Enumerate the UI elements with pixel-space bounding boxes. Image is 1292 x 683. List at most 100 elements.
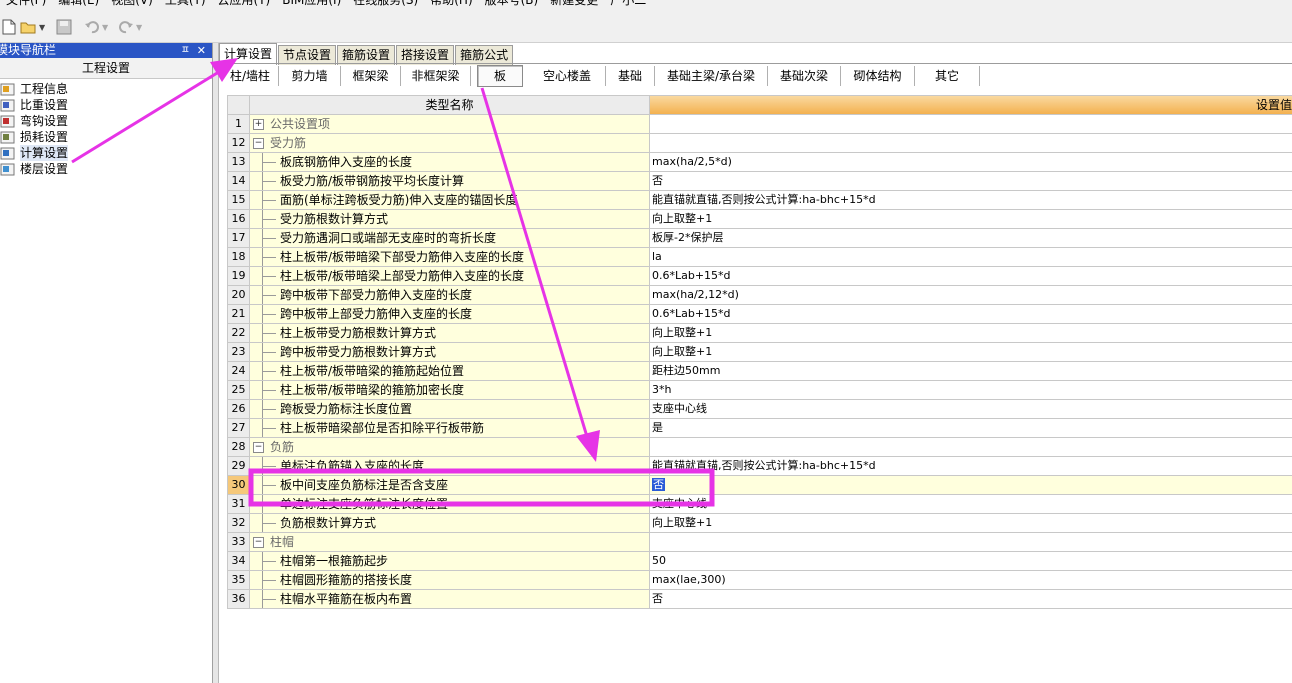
tab[interactable]: 节点设置 — [278, 45, 337, 65]
setting-value-cell[interactable]: 向上取整+1 — [650, 343, 1292, 362]
expand-icon[interactable]: + — [253, 119, 264, 130]
setting-value-cell[interactable]: la — [650, 248, 1292, 267]
menu-item[interactable]: 新建变更 — [544, 0, 604, 8]
collapse-icon[interactable]: − — [253, 537, 264, 548]
table-row[interactable]: 17 受力筋遇洞口或端部无支座时的弯折长度 板厚-2*保护层 — [228, 229, 1292, 248]
setting-value-cell[interactable] — [650, 438, 1292, 457]
tab[interactable]: 箍筋设置 — [337, 45, 396, 65]
setting-value-cell[interactable]: 0.6*Lab+15*d — [650, 267, 1292, 286]
open-folder-icon[interactable]: ▼ — [20, 18, 45, 36]
setting-value-cell[interactable]: 否 — [650, 590, 1292, 609]
close-icon[interactable]: ✕ — [197, 43, 206, 58]
setting-name-cell[interactable]: 柱上板带/板带暗梁上部受力筋伸入支座的长度 — [250, 267, 650, 286]
table-row[interactable]: 13 板底钢筋伸入支座的长度 max(ha/2,5*d) — [228, 153, 1292, 172]
nav-item[interactable]: 比重设置 — [0, 97, 212, 113]
table-row[interactable]: 23 跨中板带受力筋根数计算方式 向上取整+1 — [228, 343, 1292, 362]
menu-item[interactable]: 编辑(E) — [52, 0, 105, 8]
setting-name-cell[interactable]: 柱帽圆形箍筋的搭接长度 — [250, 571, 650, 590]
subtab[interactable]: 非框架梁 — [401, 66, 471, 86]
table-row[interactable]: 14 板受力筋/板带钢筋按平均长度计算 否 — [228, 172, 1292, 191]
table-row[interactable]: 27 柱上板带暗梁部位是否扣除平行板带筋 是 — [228, 419, 1292, 438]
table-row[interactable]: 29 单标注负筋锚入支座的长度 能直锚就直锚,否则按公式计算:ha-bhc+15*d — [228, 457, 1292, 476]
setting-name-cell[interactable]: 跨中板带受力筋根数计算方式 — [250, 343, 650, 362]
setting-name-cell[interactable]: 柱帽第一根箍筋起步 — [250, 552, 650, 571]
nav-item[interactable]: 工程信息 — [0, 81, 212, 97]
setting-value-cell[interactable]: 支座中心线 — [650, 495, 1292, 514]
setting-name-cell[interactable]: 单标注负筋锚入支座的长度 — [250, 457, 650, 476]
menu-item[interactable]: 在线服务(S) — [347, 0, 424, 8]
subtab[interactable]: 基础主梁/承台梁 — [655, 66, 768, 86]
table-row[interactable]: 24 柱上板带/板带暗梁的箍筋起始位置 距柱边50mm — [228, 362, 1292, 381]
group-row[interactable]: 28− 负筋 — [228, 438, 1292, 457]
setting-name-cell[interactable]: 单边标注支座负筋标注长度位置 — [250, 495, 650, 514]
table-row[interactable]: 16 受力筋根数计算方式 向上取整+1 — [228, 210, 1292, 229]
menu-item[interactable]: 版本号(B) — [479, 0, 545, 8]
setting-name-cell[interactable]: 受力筋根数计算方式 — [250, 210, 650, 229]
setting-value-cell[interactable] — [650, 533, 1292, 552]
setting-value-cell[interactable]: 向上取整+1 — [650, 324, 1292, 343]
redo-icon[interactable]: ▼ — [118, 18, 142, 36]
table-row[interactable]: 31 单边标注支座负筋标注长度位置 支座中心线 — [228, 495, 1292, 514]
nav-item[interactable]: 计算设置 — [0, 145, 212, 161]
setting-value-cell[interactable]: 支座中心线 — [650, 400, 1292, 419]
setting-value-cell[interactable] — [650, 115, 1292, 134]
setting-value-cell[interactable]: 50 — [650, 552, 1292, 571]
table-row[interactable]: 30 板中间支座负筋标注是否含支座 否 — [228, 476, 1292, 495]
menu-item[interactable]: 工具(T) — [159, 0, 212, 8]
setting-name-cell[interactable]: 跨板受力筋标注长度位置 — [250, 400, 650, 419]
table-row[interactable]: 21 跨中板带上部受力筋伸入支座的长度 0.6*Lab+15*d — [228, 305, 1292, 324]
panel-splitter[interactable] — [213, 43, 219, 683]
subtab[interactable]: 板 — [477, 65, 523, 87]
subtab[interactable]: 基础 — [606, 66, 655, 86]
setting-value-cell[interactable] — [650, 134, 1292, 153]
setting-value-cell[interactable]: max(ha/2,5*d) — [650, 153, 1292, 172]
nav-item[interactable]: 楼层设置 — [0, 161, 212, 177]
table-row[interactable]: 19 柱上板带/板带暗梁上部受力筋伸入支座的长度 0.6*Lab+15*d — [228, 267, 1292, 286]
setting-value-cell[interactable]: 否 — [650, 476, 1292, 495]
setting-name-cell[interactable]: 跨中板带上部受力筋伸入支座的长度 — [250, 305, 650, 324]
setting-name-cell[interactable]: + 公共设置项 — [250, 115, 650, 134]
setting-name-cell[interactable]: 柱帽水平箍筋在板内布置 — [250, 590, 650, 609]
setting-value-cell[interactable]: max(ha/2,12*d) — [650, 286, 1292, 305]
setting-name-cell[interactable]: − 柱帽 — [250, 533, 650, 552]
table-row[interactable]: 35 柱帽圆形箍筋的搭接长度 max(lae,300) — [228, 571, 1292, 590]
subtab[interactable]: 砌体结构 — [841, 66, 915, 86]
collapse-icon[interactable]: − — [253, 442, 264, 453]
new-file-icon[interactable] — [2, 18, 16, 36]
table-row[interactable]: 26 跨板受力筋标注长度位置 支座中心线 — [228, 400, 1292, 419]
setting-value-cell[interactable]: 0.6*Lab+15*d — [650, 305, 1292, 324]
table-row[interactable]: 25 柱上板带/板带暗梁的箍筋加密长度 3*h — [228, 381, 1292, 400]
table-row[interactable]: 22 柱上板带受力筋根数计算方式 向上取整+1 — [228, 324, 1292, 343]
menu-item[interactable]: BIM应用(I) — [276, 0, 347, 8]
tab[interactable]: 搭接设置 — [396, 45, 455, 65]
table-row[interactable]: 18 柱上板带/板带暗梁下部受力筋伸入支座的长度 la — [228, 248, 1292, 267]
menu-item[interactable]: 文件(F) — [0, 0, 52, 8]
menu-item[interactable]: 视图(V) — [105, 0, 159, 8]
setting-value-cell[interactable]: 否 — [650, 172, 1292, 191]
group-row[interactable]: 1 + 公共设置项 — [228, 115, 1292, 134]
setting-name-cell[interactable]: 柱上板带/板带暗梁的箍筋加密长度 — [250, 381, 650, 400]
menu-item[interactable]: 云应用(Y) — [212, 0, 277, 8]
nav-item[interactable]: 损耗设置 — [0, 129, 212, 145]
setting-value-cell[interactable]: 向上取整+1 — [650, 210, 1292, 229]
subtab[interactable]: 基础次梁 — [768, 66, 841, 86]
setting-name-cell[interactable]: 板底钢筋伸入支座的长度 — [250, 153, 650, 172]
setting-value-cell[interactable]: max(lae,300) — [650, 571, 1292, 590]
pin-icon[interactable]: ㅍ — [181, 43, 190, 58]
tab[interactable]: 计算设置 — [219, 43, 278, 65]
subtab[interactable]: 空心楼盖 — [529, 66, 606, 86]
setting-name-cell[interactable]: 柱上板带/板带暗梁的箍筋起始位置 — [250, 362, 650, 381]
save-icon[interactable] — [56, 18, 72, 36]
setting-name-cell[interactable]: 跨中板带下部受力筋伸入支座的长度 — [250, 286, 650, 305]
setting-name-cell[interactable]: 柱上板带/板带暗梁下部受力筋伸入支座的长度 — [250, 248, 650, 267]
subtab[interactable]: 剪力墙 — [279, 66, 341, 86]
setting-name-cell[interactable]: 面筋(单标注跨板受力筋)伸入支座的锚固长度 — [250, 191, 650, 210]
menu-item[interactable]: 广小二 — [604, 0, 652, 8]
table-row[interactable]: 34 柱帽第一根箍筋起步 50 — [228, 552, 1292, 571]
setting-name-cell[interactable]: − 受力筋 — [250, 134, 650, 153]
group-row[interactable]: 12− 受力筋 — [228, 134, 1292, 153]
collapse-icon[interactable]: − — [253, 138, 264, 149]
table-row[interactable]: 20 跨中板带下部受力筋伸入支座的长度 max(ha/2,12*d) — [228, 286, 1292, 305]
setting-value-cell[interactable]: 能直锚就直锚,否则按公式计算:ha-bhc+15*d — [650, 191, 1292, 210]
setting-name-cell[interactable]: 柱上板带暗梁部位是否扣除平行板带筋 — [250, 419, 650, 438]
